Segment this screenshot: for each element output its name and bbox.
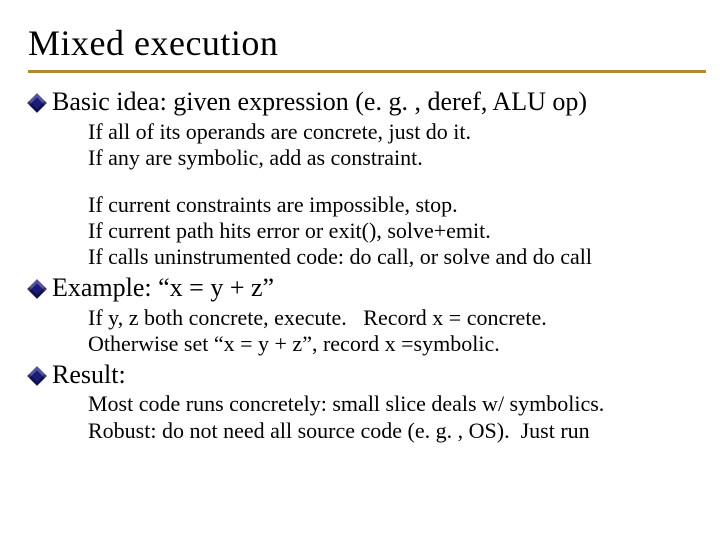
slide-title: Mixed execution [28, 22, 720, 64]
spacer [28, 172, 720, 192]
bullet-sub: If any are symbolic, add as constraint. [88, 145, 716, 171]
bullet-head: Result: [52, 360, 126, 390]
diamond-bullet-icon [27, 279, 47, 299]
bullet-sub: If y, z both concrete, execute. Record x… [88, 305, 716, 331]
slide: Mixed execution Basic idea: given expres… [0, 0, 720, 540]
bullet-row: Example: “x = y + z” [30, 273, 720, 303]
diamond-bullet-icon [27, 93, 47, 113]
bullet-sub: Robust: do not need all source code (e. … [88, 418, 716, 444]
bullet-sub: If calls uninstrumented code: do call, o… [88, 244, 716, 270]
diamond-bullet-icon [27, 366, 47, 386]
bullet-head: Basic idea: given expression (e. g. , de… [52, 87, 587, 117]
bullet-sub: Most code runs concretely: small slice d… [88, 391, 716, 417]
title-underline [28, 70, 706, 73]
bullet-row: Result: [30, 360, 720, 390]
bullet-sub: If all of its operands are concrete, jus… [88, 119, 716, 145]
bullet-head: Example: “x = y + z” [52, 273, 274, 303]
bullet-sub: If current constraints are impossible, s… [88, 192, 716, 218]
bullet-row: Basic idea: given expression (e. g. , de… [30, 87, 720, 117]
bullet-sub: If current path hits error or exit(), so… [88, 218, 716, 244]
bullet-sub: Otherwise set “x = y + z”, record x =sym… [88, 331, 716, 357]
